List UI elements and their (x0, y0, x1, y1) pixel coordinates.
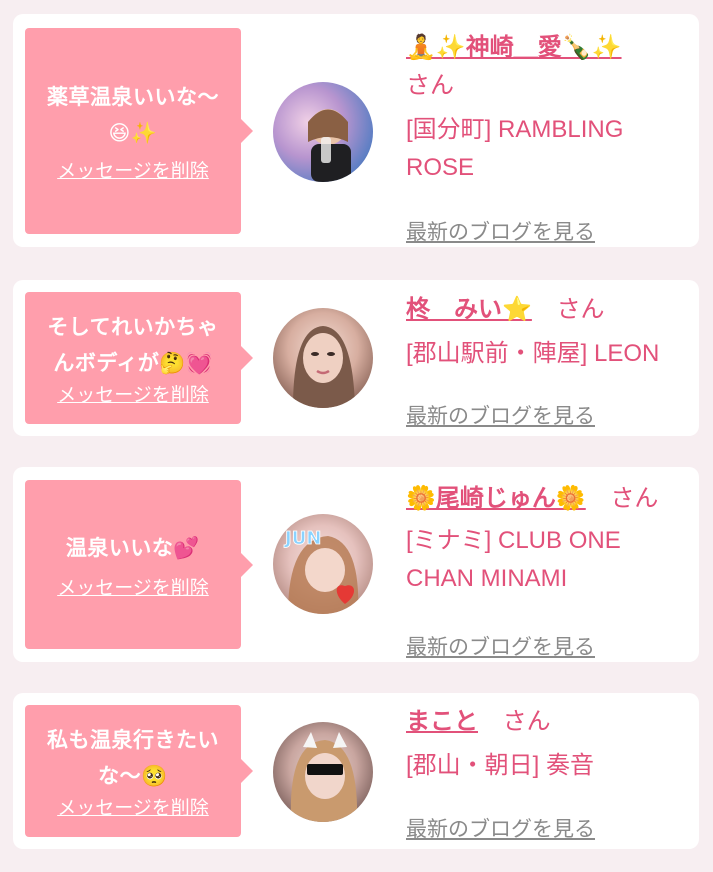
cast-name-link[interactable]: 🧘✨神崎＿愛🍾✨ (406, 33, 622, 61)
shop-name: [郡山駅前・陣屋] LEON (406, 340, 660, 367)
latest-blog-link[interactable]: 最新のブログを見る (406, 813, 595, 843)
message-text: そしてれいかちゃ んボディが🤔💓 (47, 315, 219, 375)
latest-blog-link[interactable]: 最新のブログを見る (406, 400, 595, 430)
cast-name-link[interactable]: まこと (406, 708, 478, 735)
message-card: 薬草温泉いいな〜 😆✨ メッセージを削除 🧘✨神崎＿愛🍾✨ さん [国分町] R… (13, 14, 699, 247)
delete-message-link[interactable]: メッセージを削除 (35, 159, 231, 183)
cast-info: 🧘✨神崎＿愛🍾✨ さん [国分町] RAMBLING ROSE 最新のブログを見… (406, 28, 691, 244)
cast-info: まこと さん [郡山・朝日] 奏音 最新のブログを見る (406, 703, 691, 841)
message-bubble: 薬草温泉いいな〜 😆✨ メッセージを削除 (25, 28, 253, 234)
message-text: 私も温泉行きたい な〜🥺 (47, 728, 219, 788)
message-bubble: そしてれいかちゃ んボディが🤔💓 メッセージを削除 (25, 292, 253, 424)
message-card: 私も温泉行きたい な〜🥺 メッセージを削除 まこと さん [郡山・朝日] 奏音 … (13, 693, 699, 849)
latest-blog-link[interactable]: 最新のブログを見る (406, 216, 595, 246)
message-text: 温泉いいな💕 (65, 535, 201, 560)
message-text: 薬草温泉いいな〜 😆✨ (47, 85, 219, 145)
message-bubble: 私も温泉行きたい な〜🥺 メッセージを削除 (25, 705, 253, 837)
avatar-text: JUN (283, 528, 321, 549)
cast-info: 🌼尾崎じゅん🌼 さん [ミナミ] CLUB ONE CHAN MINAMI 最新… (406, 479, 691, 659)
honorific: さん (610, 485, 659, 512)
message-bubble: 温泉いいな💕 メッセージを削除 (25, 480, 253, 649)
cast-info: 柊 みい⭐ さん [郡山駅前・陣屋] LEON 最新のブログを見る (406, 290, 691, 428)
avatar[interactable] (273, 82, 373, 182)
message-card: 温泉いいな💕 メッセージを削除 JUN 🌼尾崎じゅん🌼 さん [ミナミ] CLU… (13, 467, 699, 662)
honorific: さん (406, 72, 454, 99)
latest-blog-link[interactable]: 最新のブログを見る (406, 631, 595, 661)
avatar[interactable] (273, 308, 373, 408)
delete-message-link[interactable]: メッセージを削除 (35, 576, 231, 600)
avatar[interactable] (273, 722, 373, 822)
delete-message-link[interactable]: メッセージを削除 (35, 796, 231, 820)
honorific: さん (556, 296, 605, 323)
cast-name-link[interactable]: 🌼尾崎じゅん🌼 (406, 484, 586, 512)
delete-message-link[interactable]: メッセージを削除 (35, 383, 231, 407)
shop-name: [ミナミ] CLUB ONE CHAN MINAMI (406, 527, 621, 592)
avatar[interactable]: JUN (273, 514, 373, 614)
message-card: そしてれいかちゃ んボディが🤔💓 メッセージを削除 柊 みい⭐ さん [郡山駅前… (13, 280, 699, 436)
shop-name: [国分町] RAMBLING ROSE (406, 116, 624, 181)
honorific: さん (502, 708, 551, 735)
cast-name-link[interactable]: 柊 みい⭐ (406, 295, 532, 323)
shop-name: [郡山・朝日] 奏音 (406, 752, 595, 779)
